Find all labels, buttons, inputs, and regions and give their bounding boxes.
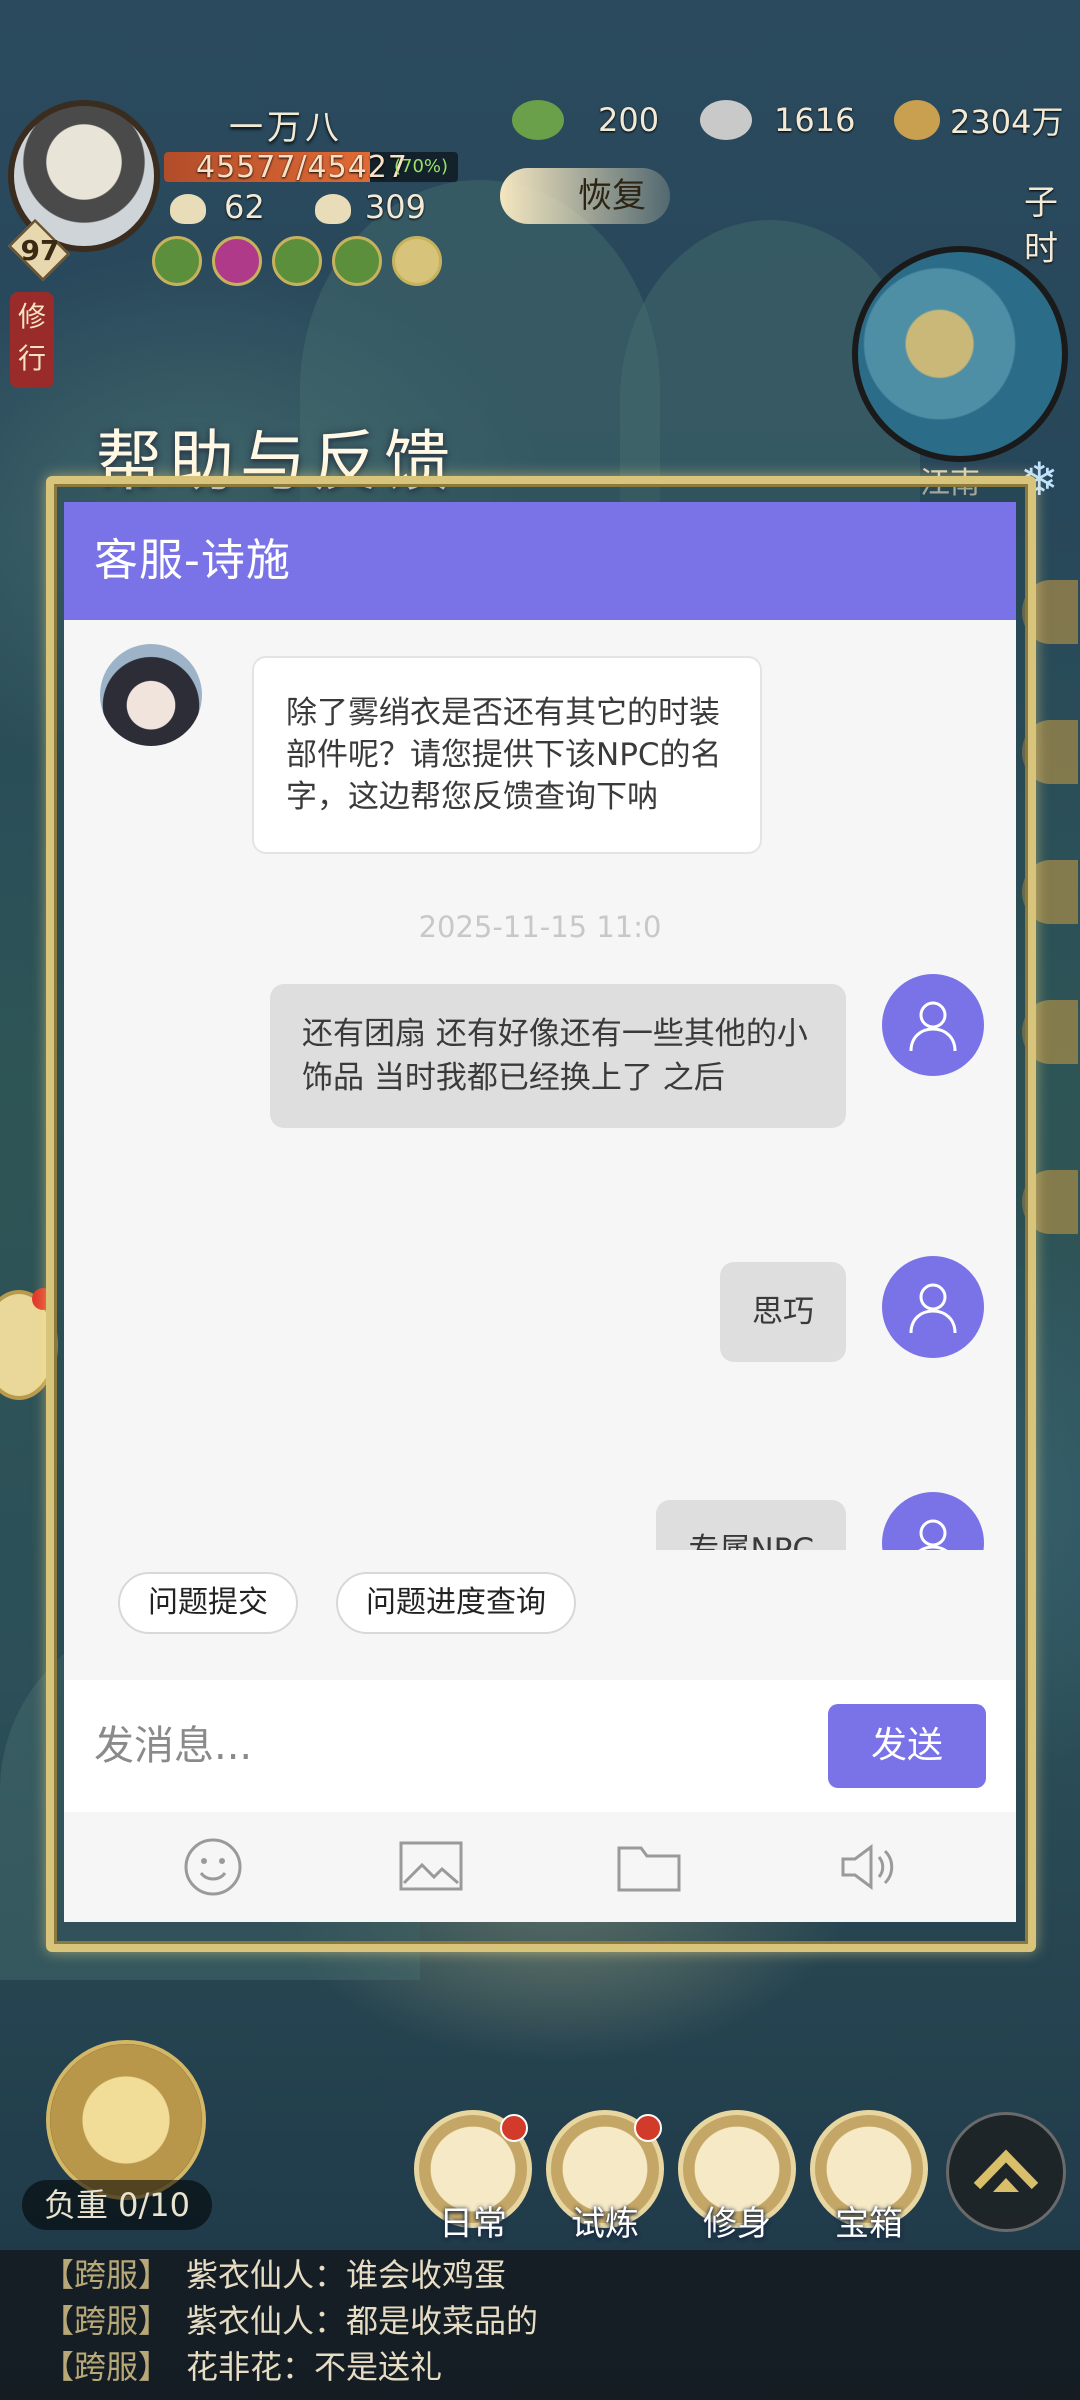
- trial-label: 试炼: [571, 2204, 639, 2244]
- chat-channel: 【跨服】: [42, 2348, 171, 2386]
- buff-row: [152, 236, 442, 286]
- player-name: 一万八: [229, 108, 343, 148]
- resource-jade[interactable]: 200: [512, 98, 659, 142]
- music-buff-icon[interactable]: [152, 236, 202, 286]
- user-message: 专属NPC: [656, 1500, 846, 1550]
- resource-coins-value: 2304万: [950, 103, 1064, 141]
- agent-avatar: [100, 644, 202, 746]
- chat-log-line: 【跨服】 紫衣仙人：都是收菜品的: [42, 2298, 1080, 2344]
- hp-text: 45577/45427: [196, 150, 408, 185]
- voice-icon[interactable]: [827, 1827, 907, 1907]
- cooking-station[interactable]: [46, 2040, 206, 2200]
- recover-button[interactable]: 恢复: [500, 168, 670, 224]
- folder-icon[interactable]: [609, 1827, 689, 1907]
- user-message: 思巧: [720, 1262, 846, 1362]
- chat-log-line: 【跨服】 紫衣仙人：谁会收鸡蛋: [42, 2252, 1080, 2298]
- message-input[interactable]: [94, 1706, 874, 1786]
- bun-count: 309: [364, 188, 426, 226]
- world-chat-log[interactable]: 【跨服】 紫衣仙人：谁会收鸡蛋 【跨服】 紫衣仙人：都是收菜品的 【跨服】 花非花：不…: [0, 2250, 1080, 2400]
- minimap[interactable]: [852, 246, 1068, 462]
- chat-header: 客服-诗施: [64, 502, 1016, 620]
- plant-buff-icon[interactable]: [272, 236, 322, 286]
- resource-jade-value: 200: [598, 101, 660, 139]
- user-message: 还有团扇 还有好像还有一些其他的小饰品 当时我都已经换上了 之后: [270, 984, 846, 1128]
- coin-icon: [894, 100, 940, 140]
- xiuxing-button[interactable]: 修行: [10, 292, 54, 388]
- message-input-bar: 发送: [64, 1680, 1016, 1812]
- user-avatar: [882, 974, 984, 1076]
- resource-silver-value: 1616: [774, 101, 856, 139]
- help-dialog: 客服-诗施 除了雾绡衣是否还有其它的时装部件呢？请您提供下该NPC的名字，这边帮…: [64, 502, 1016, 1922]
- resource-coins[interactable]: 2304万: [894, 98, 1063, 142]
- chevron-up-icon: [973, 2149, 1039, 2192]
- food-count: 62: [224, 188, 265, 226]
- attachment-toolbar: [64, 1812, 1016, 1922]
- bowl-icon: [170, 194, 206, 224]
- image-icon[interactable]: [391, 1827, 471, 1907]
- treasure-chest-label: 宝箱: [835, 2204, 903, 2244]
- time-label: 子时: [1024, 183, 1058, 269]
- issue-progress-chip[interactable]: 问题进度查询: [336, 1572, 576, 1634]
- chat-text: 紫衣仙人：都是收菜品的: [186, 2302, 539, 2340]
- quick-actions: 问题提交 问题进度查询: [118, 1572, 576, 1634]
- weight-indicator: 负重 0/10: [22, 2180, 212, 2230]
- flower-buff-icon[interactable]: [212, 236, 262, 286]
- silver-ingot-icon: [700, 100, 752, 140]
- plant-buff-icon[interactable]: [332, 236, 382, 286]
- user-avatar: [882, 1492, 984, 1550]
- message-timestamp: 2025-11-15 11:0: [418, 910, 662, 944]
- collapse-menu-button[interactable]: [946, 2112, 1066, 2232]
- user-icon: [909, 1283, 957, 1334]
- hp-percent: (70%): [394, 156, 449, 177]
- user-icon: [918, 1519, 948, 1550]
- emoji-icon[interactable]: [173, 1827, 253, 1907]
- send-button[interactable]: 发送: [828, 1704, 986, 1788]
- chat-text: 花非花：不是送礼: [186, 2348, 443, 2386]
- daily-label: 日常: [439, 2204, 507, 2244]
- bun-icon: [314, 194, 351, 224]
- bowl-buff-icon[interactable]: [392, 236, 442, 286]
- resource-silver[interactable]: 1616: [700, 98, 855, 142]
- player-level: 97: [20, 234, 60, 267]
- notification-dot: [634, 2114, 662, 2142]
- user-avatar: [882, 1256, 984, 1358]
- chat-channel: 【跨服】: [42, 2256, 171, 2294]
- chat-channel: 【跨服】: [42, 2302, 171, 2340]
- jade-icon: [512, 100, 564, 140]
- submit-issue-chip[interactable]: 问题提交: [118, 1572, 298, 1634]
- cultivate-label: 修身: [703, 2204, 771, 2244]
- chat-text: 紫衣仙人：谁会收鸡蛋: [186, 2256, 507, 2294]
- notification-dot: [500, 2114, 528, 2142]
- chat-log-line: 【跨服】 花非花：不是送礼: [42, 2344, 1080, 2390]
- agent-message: 除了雾绡衣是否还有其它的时装部件呢？请您提供下该NPC的名字，这边帮您反馈查询下…: [252, 656, 762, 854]
- chat-messages[interactable]: 除了雾绡衣是否还有其它的时装部件呢？请您提供下该NPC的名字，这边帮您反馈查询下…: [64, 620, 1016, 1550]
- food-counters: 62 309: [170, 188, 426, 226]
- user-icon: [909, 1001, 957, 1052]
